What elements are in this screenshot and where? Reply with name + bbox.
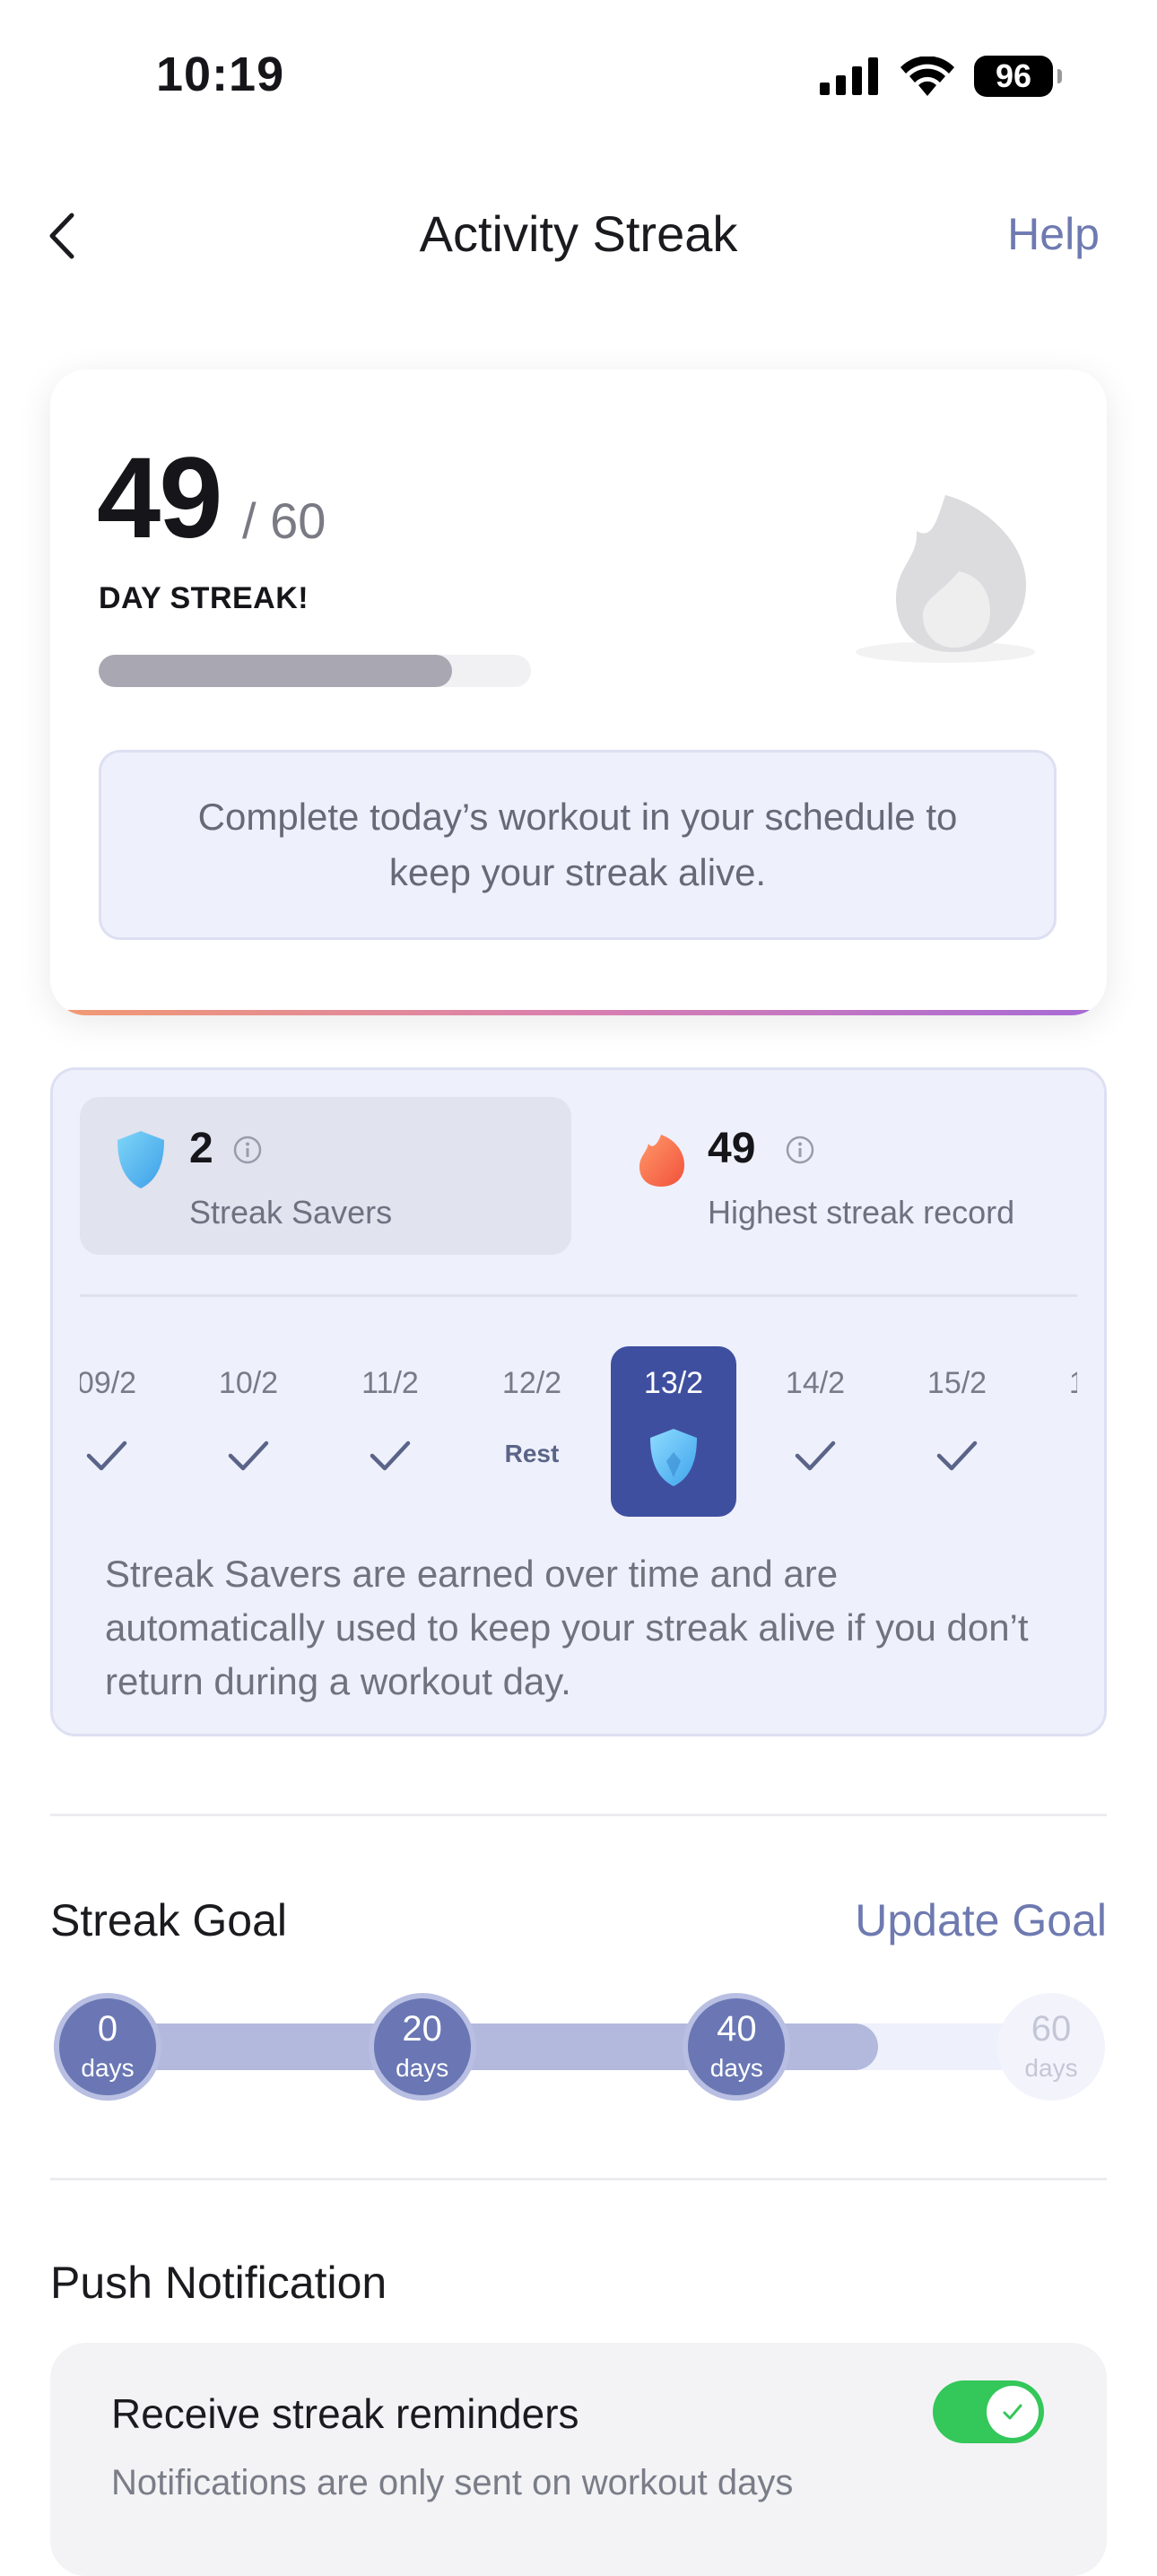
- day-date-label: 13/2: [643, 1366, 704, 1400]
- day-item[interactable]: 15/2: [894, 1346, 1020, 1517]
- help-link[interactable]: Help: [1007, 208, 1100, 260]
- push-notification-title: Push Notification: [50, 2258, 387, 2308]
- day-date-label: 11/2: [361, 1366, 419, 1400]
- day-date-label: 16/2: [1036, 1366, 1077, 1401]
- wifi-icon: [900, 57, 954, 96]
- day-item[interactable]: 14/2: [752, 1346, 878, 1517]
- milestone-unit: days: [81, 2054, 135, 2082]
- update-goal-button[interactable]: Update Goal: [855, 1894, 1107, 1946]
- day-item[interactable]: 16/2: [1036, 1346, 1077, 1517]
- day-item[interactable]: 12/2 Rest: [469, 1346, 595, 1517]
- streak-savers-stat[interactable]: 2 Streak Savers: [80, 1097, 571, 1255]
- checkmark-icon: [370, 1440, 411, 1471]
- rest-day-label: Rest: [504, 1440, 560, 1467]
- day-item[interactable]: 09/2: [80, 1346, 170, 1517]
- checkmark-icon: [795, 1440, 836, 1471]
- cellular-signal-icon: [820, 57, 878, 95]
- flame-icon: [639, 1135, 684, 1187]
- status-icons: 96: [820, 56, 1062, 97]
- streak-reminder-card: Receive streak reminders Notifications a…: [50, 2343, 1107, 2576]
- divider: [80, 1294, 1077, 1297]
- milestone-value: 60: [1031, 2009, 1072, 2049]
- day-item[interactable]: 10/2: [186, 1346, 311, 1517]
- streak-card: 49 / 60 DAY STREAK! Complete today’s wor…: [50, 370, 1107, 1015]
- streak-reminder-label: Receive streak reminders: [111, 2390, 579, 2437]
- streak-count: 49: [97, 434, 222, 562]
- goal-milestone: 0 days: [54, 1993, 161, 2101]
- streak-goal-total: / 60: [242, 492, 326, 549]
- checkmark-icon: [1003, 2404, 1022, 2420]
- day-item[interactable]: 13/2: [611, 1346, 736, 1517]
- checkmark-icon: [228, 1440, 269, 1471]
- streak-goal-track: 0 days 20 days 40 days 60 days: [54, 1993, 1105, 2101]
- milestone-value: 40: [717, 2009, 757, 2049]
- info-icon[interactable]: [232, 1135, 263, 1165]
- page-title: Activity Streak: [419, 205, 738, 262]
- streak-savers-count: 2: [189, 1125, 213, 1172]
- day-item[interactable]: 11/2: [327, 1346, 453, 1517]
- info-icon[interactable]: [785, 1135, 815, 1165]
- day-date-label: 12/2: [501, 1366, 562, 1400]
- streak-goal-title: Streak Goal: [50, 1895, 288, 1945]
- battery-indicator: 96: [974, 56, 1062, 97]
- battery-level: 96: [995, 57, 1032, 94]
- day-date-label: 15/2: [926, 1366, 987, 1400]
- checkmark-icon: [86, 1440, 127, 1471]
- flame-icon: [856, 495, 1035, 663]
- goal-milestone: 40 days: [683, 1993, 791, 2101]
- day-date-label: 14/2: [785, 1366, 846, 1400]
- goal-milestone: 60 days: [997, 1993, 1105, 2101]
- highest-record-stat: 49 Highest streak record: [609, 1097, 1075, 1255]
- goal-milestone: 20 days: [368, 1993, 476, 2101]
- streak-savers-label: Streak Savers: [189, 1194, 393, 1231]
- highest-record-label: Highest streak record: [708, 1194, 1015, 1231]
- back-chevron-icon[interactable]: [41, 205, 86, 267]
- shield-icon: [650, 1429, 697, 1486]
- milestone-value: 0: [97, 2009, 118, 2049]
- milestone-unit: days: [709, 2054, 763, 2082]
- day-date-label: 09/2: [80, 1366, 137, 1400]
- streak-progress-bar: [99, 655, 531, 687]
- day-date-label: 10/2: [218, 1366, 279, 1400]
- shield-icon: [117, 1131, 164, 1188]
- streak-tip: Complete today’s workout in your schedul…: [99, 750, 1057, 940]
- checkmark-icon: [936, 1440, 978, 1471]
- streak-days-strip[interactable]: 09/2 10/2 11/2 12/2 Rest 13/2 14/2 15/2 16/2: [80, 1346, 1077, 1517]
- streak-savers-panel: 2 Streak Savers 49 Highest streak record…: [50, 1067, 1107, 1736]
- streak-progress-fill: [99, 655, 452, 687]
- divider: [50, 1814, 1107, 1816]
- toggle-knob: [987, 2386, 1039, 2438]
- checkmark-icon: [1075, 1432, 1077, 1479]
- status-time: 10:19: [156, 48, 285, 101]
- highest-record-value: 49: [708, 1125, 756, 1172]
- streak-reminder-toggle[interactable]: [933, 2380, 1044, 2443]
- divider: [50, 2178, 1107, 2180]
- milestone-unit: days: [1024, 2054, 1078, 2082]
- streak-reminder-subtitle: Notifications are only sent on workout d…: [111, 2463, 794, 2502]
- milestone-unit: days: [396, 2054, 449, 2082]
- streak-savers-description: Streak Savers are earned over time and a…: [105, 1553, 1029, 1702]
- streak-label: DAY STREAK!: [99, 581, 309, 615]
- milestone-value: 20: [402, 2009, 442, 2049]
